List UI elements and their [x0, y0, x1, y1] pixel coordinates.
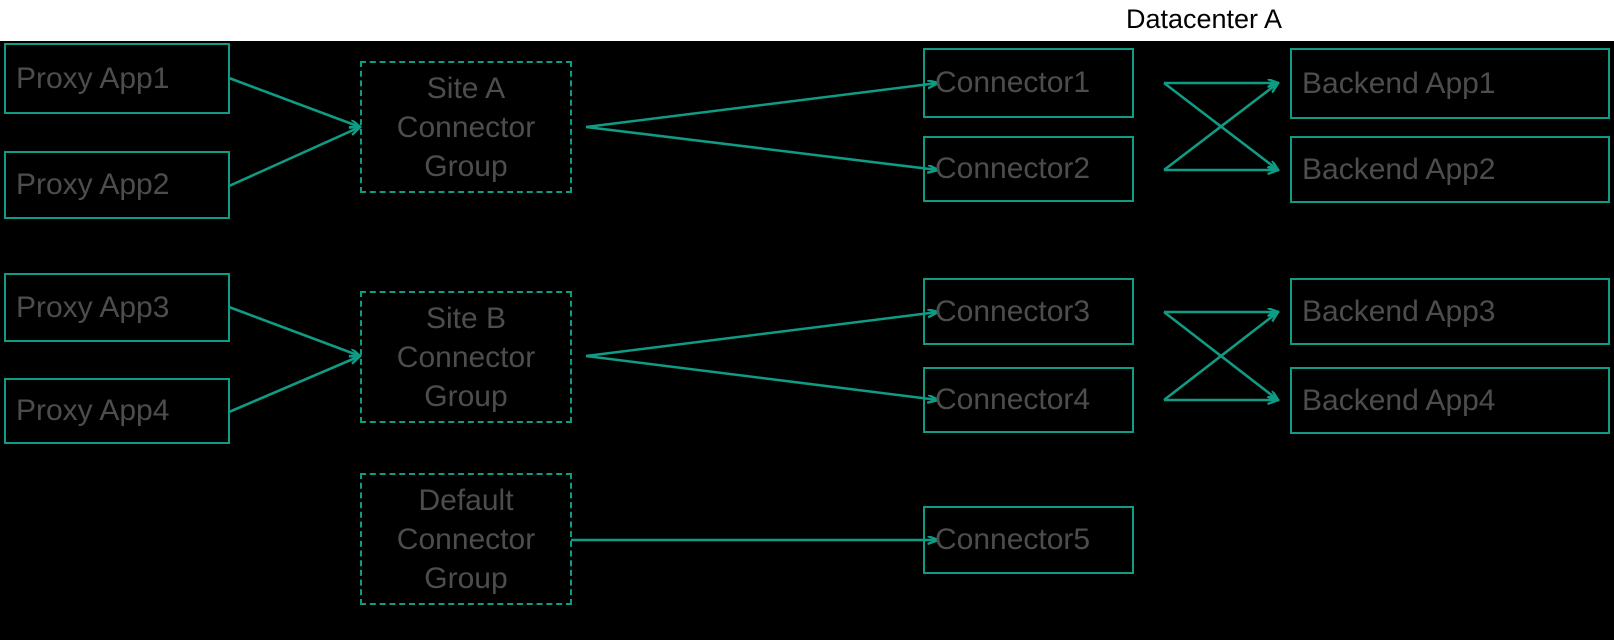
node-label: Proxy App4 [16, 394, 170, 427]
node-label: Connector5 [935, 523, 1091, 556]
node-label-line-2: Connector [396, 110, 536, 144]
node-label-line-3: Group [424, 379, 508, 413]
node-proxy-app-3[interactable]: Proxy App3 [4, 273, 230, 342]
node-label-line-2: Connector [396, 522, 536, 556]
node-proxy-app-1[interactable]: Proxy App1 [4, 43, 230, 114]
node-proxy-app-4[interactable]: Proxy App4 [4, 378, 230, 444]
node-label-line-1: Site B [425, 301, 507, 335]
diagram-canvas: Datacenter A Proxy App1 Proxy App2 Proxy… [0, 0, 1614, 640]
node-label: Site B Connector Group [368, 299, 564, 416]
node-label-line-3: Group [424, 561, 508, 595]
node-label: Site A Connector Group [368, 69, 564, 186]
node-connector-3[interactable]: Connector3 [923, 278, 1134, 345]
node-connector-4[interactable]: Connector4 [923, 367, 1134, 433]
node-label: Connector4 [935, 383, 1091, 416]
node-connector-group-default[interactable]: Default Connector Group [360, 473, 572, 605]
node-backend-app-2[interactable]: Backend App2 [1290, 136, 1610, 203]
node-label: Proxy App3 [16, 290, 170, 324]
node-connector-1[interactable]: Connector1 [923, 48, 1134, 118]
node-label-line-2: Connector [396, 340, 536, 374]
node-backend-app-1[interactable]: Backend App1 [1290, 48, 1610, 119]
node-label: Default Connector Group [368, 481, 564, 598]
node-label: Backend App2 [1302, 152, 1496, 186]
node-connector-2[interactable]: Connector2 [923, 136, 1134, 202]
node-backend-app-4[interactable]: Backend App4 [1290, 367, 1610, 434]
node-label: Backend App4 [1302, 383, 1496, 417]
node-label: Backend App1 [1302, 66, 1496, 100]
node-connector-5[interactable]: Connector5 [923, 506, 1134, 574]
node-label-line-1: Default [418, 483, 514, 517]
node-label: Connector3 [935, 294, 1091, 328]
node-label: Connector1 [935, 66, 1091, 99]
node-label: Proxy App1 [16, 61, 170, 95]
node-proxy-app-2[interactable]: Proxy App2 [4, 151, 230, 219]
node-label: Proxy App2 [16, 168, 170, 201]
node-label: Connector2 [935, 152, 1091, 185]
node-backend-app-3[interactable]: Backend App3 [1290, 278, 1610, 345]
node-connector-group-site-a[interactable]: Site A Connector Group [360, 61, 572, 193]
node-label: Backend App3 [1302, 294, 1496, 328]
node-label-line-1: Site A [426, 71, 506, 105]
node-connector-group-site-b[interactable]: Site B Connector Group [360, 291, 572, 423]
node-label-line-3: Group [424, 149, 508, 183]
datacenter-title: Datacenter A [1125, 4, 1283, 34]
